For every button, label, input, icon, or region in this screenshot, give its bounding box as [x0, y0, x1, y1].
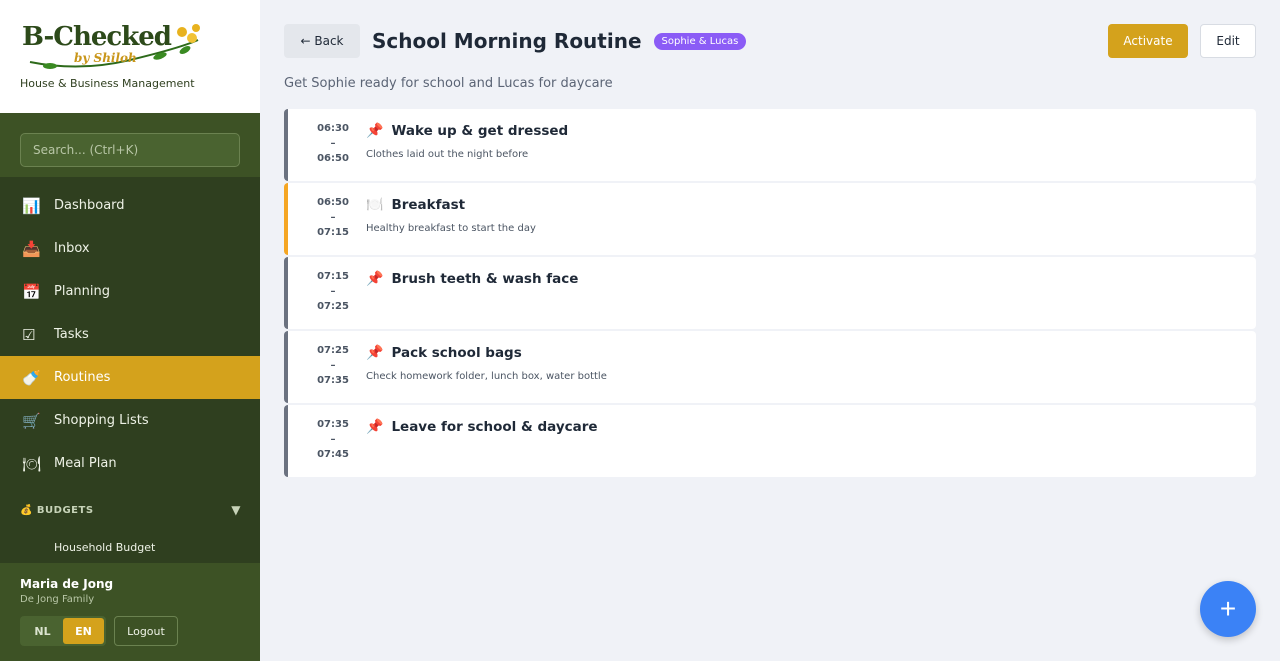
user-family: De Jong Family — [20, 594, 95, 605]
step-end-time: 07:15 — [317, 227, 349, 238]
step-time: 07:15 – 07:25 — [312, 269, 354, 314]
plate-icon: 🍽 — [22, 454, 42, 473]
nav-item-inbox[interactable]: 📥 Inbox — [0, 227, 260, 270]
step-end-time: 07:25 — [317, 301, 349, 312]
nav-item-label: Dashboard — [54, 198, 125, 213]
user-name: Maria de Jong — [20, 577, 114, 591]
step-time-separator: – — [330, 434, 336, 445]
step-title: 📌 Wake up & get dressed — [366, 123, 568, 139]
step-time-separator: – — [330, 360, 336, 371]
nav-item-tasks[interactable]: ☑ Tasks — [0, 313, 260, 356]
brand-area: B-Checked by Shiloh House & Business Man… — [0, 0, 260, 113]
step-end-time: 06:50 — [317, 153, 349, 164]
routine-step[interactable]: 07:15 – 07:25 📌 Brush teeth & wash face — [284, 257, 1256, 329]
nav-item-label: Shopping Lists — [54, 413, 149, 428]
bottle-icon: 🍼 — [22, 368, 41, 387]
step-start-time: 07:15 — [317, 271, 349, 282]
logo[interactable]: B-Checked by Shiloh — [20, 20, 210, 72]
cart-icon: 🛒 — [22, 411, 41, 430]
chart-icon: 📊 — [22, 196, 41, 215]
step-title-text: Leave for school & daycare — [391, 419, 598, 435]
assignee-badge: Sophie & Lucas — [653, 32, 747, 50]
nav-item-routines[interactable]: 🍼 Routines — [0, 356, 260, 399]
logo-subtitle: by Shiloh — [74, 51, 137, 65]
step-title-text: Wake up & get dressed — [391, 123, 569, 139]
step-title-text: Breakfast — [391, 197, 466, 213]
user-panel: Maria de Jong De Jong Family NL EN Logou… — [0, 563, 260, 661]
routine-step[interactable]: 06:30 – 06:50 📌 Wake up & get dressed Cl… — [284, 109, 1256, 181]
activate-button[interactable]: Activate — [1108, 24, 1188, 58]
step-time: 06:30 – 06:50 — [312, 121, 354, 166]
main-content: ← Back School Morning Routine Sophie & L… — [284, 24, 1256, 479]
step-title: 📌 Pack school bags — [366, 345, 522, 361]
logout-button[interactable]: Logout — [114, 616, 178, 646]
sidebar: B-Checked by Shiloh House & Business Man… — [0, 0, 260, 661]
step-time-separator: – — [330, 138, 336, 149]
step-time: 06:50 – 07:15 — [312, 195, 354, 240]
checkbox-icon: ☑ — [22, 325, 36, 344]
nav-item-household-budget[interactable]: Household Budget — [54, 541, 155, 554]
back-button[interactable]: ← Back — [284, 24, 360, 58]
routine-steps: 06:30 – 06:50 📌 Wake up & get dressed Cl… — [284, 109, 1256, 477]
lang-nl-button[interactable]: NL — [22, 618, 63, 644]
tagline: House & Business Management — [20, 77, 195, 90]
nav-item-label: Inbox — [54, 241, 90, 256]
language-row: NL EN Logout — [20, 616, 240, 646]
step-note: Clothes laid out the night before — [366, 149, 529, 160]
nav-item-dashboard[interactable]: 📊 Dashboard — [0, 184, 260, 227]
logo-title: B-Checked — [22, 22, 172, 52]
pin-icon: 📌 — [366, 123, 384, 139]
chevron-down-icon: ▼ — [231, 503, 241, 517]
step-title: 📌 Leave for school & daycare — [366, 419, 598, 435]
inbox-icon: 📥 — [22, 239, 41, 258]
pin-icon: 📌 — [366, 271, 384, 287]
routine-step[interactable]: 07:25 – 07:35 📌 Pack school bags Check h… — [284, 331, 1256, 403]
step-time-separator: – — [330, 286, 336, 297]
step-end-time: 07:45 — [317, 449, 349, 460]
calendar-icon: 📅 — [22, 282, 41, 301]
step-title-text: Pack school bags — [391, 345, 522, 361]
nav-item-label: Routines — [54, 370, 111, 385]
lang-en-button[interactable]: EN — [63, 618, 104, 644]
step-start-time: 06:50 — [317, 197, 349, 208]
step-start-time: 07:35 — [317, 419, 349, 430]
search-input[interactable] — [20, 133, 240, 167]
step-time: 07:35 – 07:45 — [312, 417, 354, 462]
nav-item-planning[interactable]: 📅 Planning — [0, 270, 260, 313]
nav-item-meal-plan[interactable]: 🍽 Meal Plan — [0, 442, 260, 485]
pin-icon: 📌 — [366, 419, 384, 435]
plate-icon: 🍽️ — [366, 197, 384, 213]
budgets-section-toggle[interactable]: 💰 BUDGETS ▼ — [20, 503, 241, 517]
pin-icon: 📌 — [366, 345, 384, 361]
language-toggle: NL EN — [20, 616, 106, 646]
routine-step[interactable]: 06:50 – 07:15 🍽️ Breakfast Healthy break… — [284, 183, 1256, 255]
step-note: Check homework folder, lunch box, water … — [366, 371, 607, 382]
edit-button[interactable]: Edit — [1200, 24, 1256, 58]
step-end-time: 07:35 — [317, 375, 349, 386]
step-time: 07:25 – 07:35 — [312, 343, 354, 388]
step-start-time: 07:25 — [317, 345, 349, 356]
page-header: ← Back School Morning Routine Sophie & L… — [284, 24, 1256, 58]
budgets-heading: 💰 BUDGETS — [20, 504, 94, 516]
routine-step[interactable]: 07:35 – 07:45 📌 Leave for school & dayca… — [284, 405, 1256, 477]
step-note: Healthy breakfast to start the day — [366, 223, 536, 234]
step-start-time: 06:30 — [317, 123, 349, 134]
step-title: 🍽️ Breakfast — [366, 197, 465, 213]
page-title: School Morning Routine — [372, 29, 642, 53]
nav-item-label: Meal Plan — [54, 456, 117, 471]
step-title: 📌 Brush teeth & wash face — [366, 271, 578, 287]
nav-item-shopping-lists[interactable]: 🛒 Shopping Lists — [0, 399, 260, 442]
nav-item-label: Tasks — [54, 327, 89, 342]
step-title-text: Brush teeth & wash face — [391, 271, 579, 287]
add-step-button[interactable]: + — [1200, 581, 1256, 637]
routine-description: Get Sophie ready for school and Lucas fo… — [284, 76, 613, 91]
nav-item-label: Planning — [54, 284, 110, 299]
step-time-separator: – — [330, 212, 336, 223]
main-nav: 📊 Dashboard 📥 Inbox 📅 Planning ☑ Tasks 🍼… — [0, 184, 260, 485]
search-area — [0, 113, 260, 177]
